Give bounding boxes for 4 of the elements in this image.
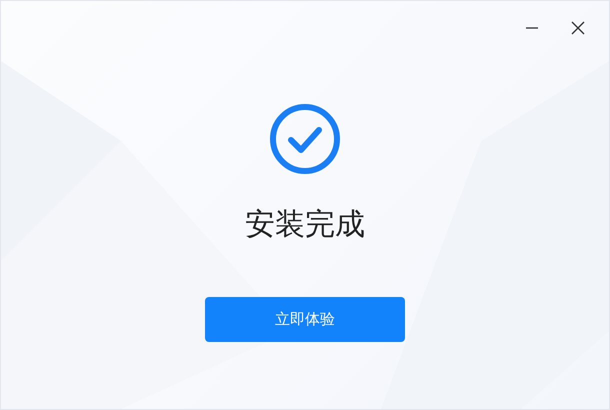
primary-button[interactable]: 立即体验 bbox=[205, 297, 405, 342]
check-circle-icon bbox=[269, 103, 341, 175]
heading: 安装完成 bbox=[245, 206, 365, 244]
close-icon bbox=[571, 21, 585, 35]
